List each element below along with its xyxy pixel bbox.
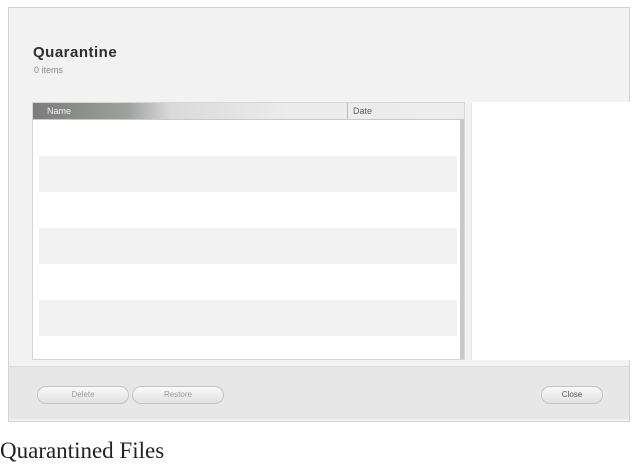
- list-row[interactable]: [39, 192, 457, 228]
- window-subtitle: 0 items: [34, 65, 64, 75]
- button-bar: Delete Restore Close: [9, 366, 629, 419]
- list-row[interactable]: [39, 228, 457, 264]
- list-header: Name Date: [33, 103, 464, 120]
- column-header-date[interactable]: Date: [353, 106, 372, 116]
- list-rows: [39, 120, 457, 359]
- figure-caption: Quarantined Files: [0, 438, 165, 463]
- list-row[interactable]: [39, 156, 457, 192]
- window-title: Quarantine: [33, 44, 118, 61]
- list-scrollbar[interactable]: [460, 119, 464, 359]
- quarantine-file-list[interactable]: Name Date: [32, 102, 465, 360]
- list-row[interactable]: [39, 264, 457, 300]
- restore-button[interactable]: Restore: [132, 386, 224, 404]
- file-details-panel: [471, 102, 631, 360]
- quarantine-window: Quarantine 0 items Name Date Delete Rest…: [8, 7, 631, 422]
- column-header-name[interactable]: Name: [47, 106, 71, 116]
- delete-button[interactable]: Delete: [37, 386, 129, 404]
- list-row[interactable]: [39, 336, 457, 359]
- close-button[interactable]: Close: [541, 386, 603, 404]
- list-row[interactable]: [39, 300, 457, 336]
- column-separator: [347, 103, 348, 119]
- list-row[interactable]: [39, 120, 457, 156]
